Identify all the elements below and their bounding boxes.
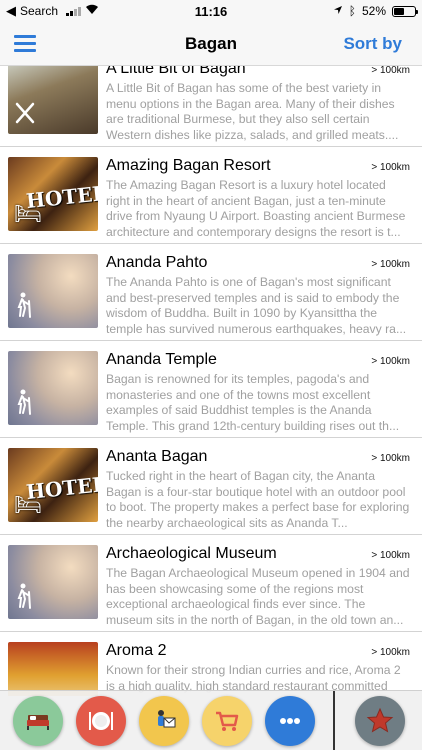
more-icon <box>275 706 305 736</box>
tab-divider <box>333 690 335 750</box>
list-item-header: Ananta Bagan > 100km <box>106 448 410 466</box>
list-item-header: Ananda Pahto > 100km <box>106 254 410 272</box>
places-list[interactable]: A Little Bit of Bagan > 100km A Little Bit… <box>0 66 422 696</box>
hamburger-menu-icon[interactable] <box>0 22 50 66</box>
list-item-distance: > 100km <box>371 162 410 173</box>
list-item-distance: > 100km <box>371 647 410 658</box>
list-item-header: Ananda Temple > 100km <box>106 351 410 369</box>
list-item-header: Archaeological Museum > 100km <box>106 545 410 563</box>
list-item-description: Tucked right in the heart of Bagan city,… <box>106 469 410 530</box>
list-item[interactable]: A Little Bit of Bagan > 100km A Little Bit… <box>0 66 422 147</box>
list-item[interactable]: Archaeological Museum > 100km The Bagan Ar… <box>0 535 422 632</box>
list-item-body: Ananta Bagan > 100km Tucked right in the h… <box>106 448 410 531</box>
tab-guide[interactable] <box>139 695 189 746</box>
back-to-search-label[interactable]: Search <box>20 4 58 18</box>
battery-level <box>394 7 405 15</box>
list-item-title: Archaeological Museum <box>106 545 277 562</box>
list-item-title: Ananda Pahto <box>106 254 208 271</box>
list-item[interactable]: Ananda Pahto > 100km The Ananda Pahto is o… <box>0 244 422 341</box>
plate-icon <box>86 706 116 736</box>
hike-thumbnail <box>8 351 98 425</box>
list-item[interactable]: HOTEL 🛏 Ananta Bagan > 100km Tucked right in… <box>0 438 422 535</box>
location-arrow-icon <box>333 4 343 18</box>
tab-more[interactable] <box>265 695 315 746</box>
list-item-distance: > 100km <box>371 259 410 270</box>
tourist-icon <box>149 706 179 736</box>
list-item-body: Amazing Bagan Resort > 100km The Amazing B… <box>106 157 410 240</box>
cell-signal-icon <box>66 6 82 16</box>
bed-icon: 🛏 <box>14 201 42 226</box>
list-item-distance: > 100km <box>371 356 410 367</box>
food-thumbnail <box>8 642 98 696</box>
restaurant-thumbnail <box>8 66 98 134</box>
page-title: Bagan <box>185 33 237 53</box>
list-item-description: The Amazing Bagan Resort is a luxury hot… <box>106 178 406 239</box>
hiker-icon <box>14 389 34 419</box>
list-item-header: A Little Bit of Bagan > 100km <box>106 66 410 78</box>
list-item-title: Ananda Temple <box>106 351 217 368</box>
tab-favorites[interactable] <box>355 695 405 746</box>
list-item-distance: > 100km <box>371 66 410 76</box>
list-item-distance: > 100km <box>371 453 410 464</box>
status-bar: ◀ Search 11:16 ᛒ 52% <box>0 0 422 22</box>
tab-shopping[interactable] <box>202 695 252 746</box>
status-time: 11:16 <box>194 3 228 19</box>
hike-thumbnail <box>8 545 98 619</box>
star-icon <box>365 706 395 736</box>
bed-icon: 🛏 <box>14 492 42 517</box>
sort-by-button[interactable]: Sort by <box>332 34 422 54</box>
list-item-body: Ananda Temple > 100km Bagan is renowned fo… <box>106 351 410 434</box>
list-item-title: A Little Bit of Bagan <box>106 66 246 77</box>
list-item-description: The Bagan Archaeological Museum opened i… <box>106 566 410 627</box>
back-chevron-icon[interactable]: ◀ <box>6 3 16 19</box>
list-item-body: Aroma 2 > 100km Known for their strong Ind… <box>106 642 410 696</box>
navigation-bar: Bagan Sort by <box>0 22 422 66</box>
hiker-icon <box>14 583 34 613</box>
bed-icon <box>23 706 53 736</box>
hiker-icon <box>14 292 34 322</box>
list-item-body: Ananda Pahto > 100km The Ananda Pahto is o… <box>106 254 410 337</box>
hike-thumbnail <box>8 254 98 328</box>
hotel-thumbnail: HOTEL 🛏 <box>8 157 98 231</box>
list-item-body: Archaeological Museum > 100km The Bagan Ar… <box>106 545 410 628</box>
list-item[interactable]: Aroma 2 > 100km Known for their strong Ind… <box>0 632 422 696</box>
list-item-title: Amazing Bagan Resort <box>106 157 271 174</box>
tab-hotels[interactable] <box>13 695 63 746</box>
list-item-distance: > 100km <box>371 550 410 561</box>
list-item-description: Bagan is renowned for its temples, pagod… <box>106 372 400 433</box>
list-item-title: Aroma 2 <box>106 642 167 659</box>
list-item-title: Ananta Bagan <box>106 448 208 465</box>
wifi-icon <box>85 4 99 18</box>
cutlery-icon <box>14 102 36 128</box>
list-item-description: A Little Bit of Bagan has some of the be… <box>106 81 399 142</box>
list-item-description: The Ananda Pahto is one of Bagan's most … <box>106 275 407 336</box>
bluetooth-icon: ᛒ <box>348 4 356 18</box>
hotel-thumbnail: HOTEL 🛏 <box>8 448 98 522</box>
cart-icon <box>212 706 242 736</box>
bottom-tab-bar <box>0 690 422 750</box>
list-item-header: Amazing Bagan Resort > 100km <box>106 157 410 175</box>
battery-icon <box>392 5 418 17</box>
list-item[interactable]: Ananda Temple > 100km Bagan is renowned fo… <box>0 341 422 438</box>
tab-restaurants[interactable] <box>76 695 126 746</box>
list-item-header: Aroma 2 > 100km <box>106 642 410 660</box>
list-item[interactable]: HOTEL 🛏 Amazing Bagan Resort > 100km The Ama… <box>0 147 422 244</box>
list-item-body: A Little Bit of Bagan > 100km A Little Bit… <box>106 66 410 143</box>
battery-percent: 52% <box>361 4 386 18</box>
